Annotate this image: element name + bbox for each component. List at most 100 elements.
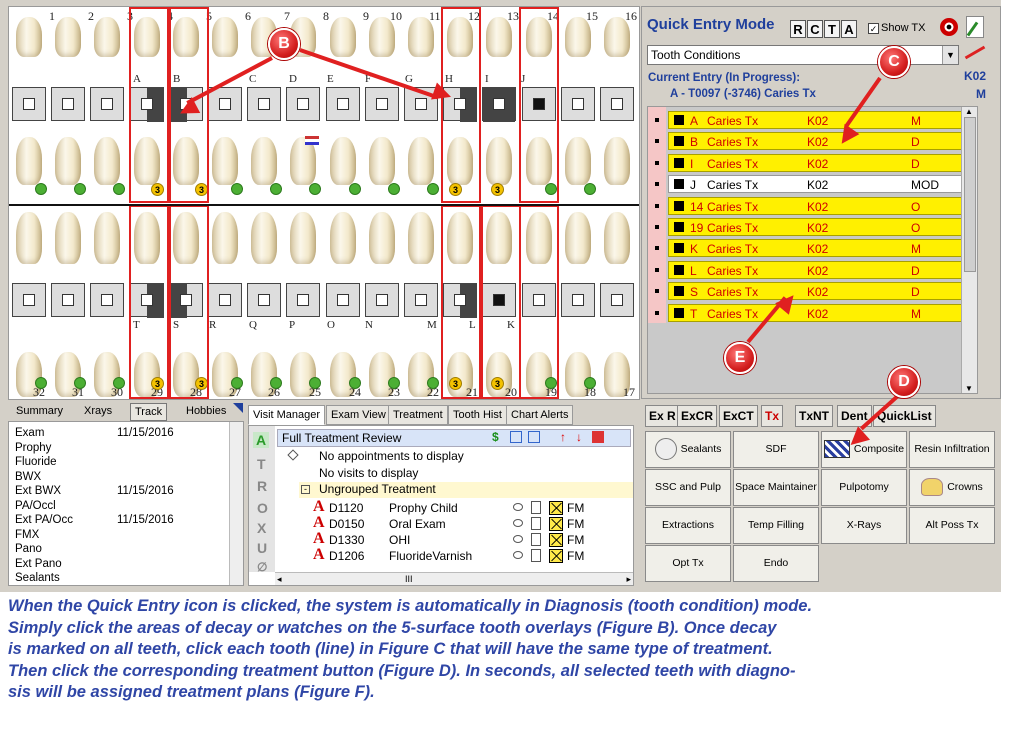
treatment-button[interactable]: Pulpotomy bbox=[821, 469, 907, 506]
lower-tooth-occlusal[interactable] bbox=[16, 212, 42, 264]
condition-dropdown[interactable]: Tooth Conditions ▼ bbox=[647, 45, 959, 65]
surface-center[interactable] bbox=[62, 98, 74, 110]
treatment-button[interactable]: Temp Filling bbox=[733, 507, 819, 544]
side-letter-o[interactable]: O bbox=[257, 500, 268, 516]
mode-button-t[interactable]: T bbox=[824, 20, 840, 38]
full-treatment-review-header[interactable]: Full Treatment Review $ ↑ ↓ bbox=[277, 429, 631, 447]
treatment-entry-row[interactable]: 14 Caries Tx K02 O bbox=[668, 196, 976, 215]
mode-button-c[interactable]: C bbox=[807, 20, 823, 38]
tooth-surface-overlay[interactable] bbox=[208, 283, 242, 317]
upper-tooth-crown[interactable] bbox=[486, 17, 512, 57]
ungrouped-treatment-row[interactable]: - Ungrouped Treatment bbox=[299, 482, 633, 498]
surface-center[interactable] bbox=[23, 98, 35, 110]
surface-center[interactable] bbox=[572, 98, 584, 110]
tooth-surface-overlay[interactable] bbox=[247, 283, 281, 317]
tooth-surface-overlay[interactable] bbox=[90, 283, 124, 317]
vertical-scrollbar[interactable]: ▲ ▼ bbox=[961, 107, 977, 393]
scroll-thumb-vertical[interactable] bbox=[964, 117, 976, 272]
surface-center[interactable] bbox=[611, 98, 623, 110]
tooth-surface-overlay[interactable] bbox=[51, 87, 85, 121]
treatment-entry-row[interactable]: 19 Caries Tx K02 O bbox=[668, 218, 976, 236]
surface-center[interactable] bbox=[297, 294, 309, 306]
show-tx-checkbox[interactable]: ✓ Show TX bbox=[868, 22, 925, 34]
treatment-button[interactable]: Resin Infiltration bbox=[909, 431, 995, 468]
surface-center[interactable] bbox=[258, 98, 270, 110]
lower-tooth-occlusal[interactable] bbox=[369, 212, 395, 264]
tooth-surface-overlay[interactable] bbox=[561, 87, 595, 121]
tooth-surface-overlay[interactable] bbox=[600, 283, 634, 317]
upper-tooth-crown[interactable] bbox=[16, 17, 42, 57]
arrow-up-icon[interactable]: ↑ bbox=[560, 430, 566, 444]
tooth-surface-overlay[interactable] bbox=[404, 283, 438, 317]
surface-center[interactable] bbox=[415, 98, 427, 110]
tab-visit-manager[interactable]: Visit Manager bbox=[248, 405, 326, 425]
tooth-surface-overlay[interactable] bbox=[286, 87, 320, 121]
surface-center[interactable] bbox=[337, 98, 349, 110]
lower-tooth-occlusal[interactable] bbox=[251, 212, 277, 264]
treatment-button[interactable]: Sealants bbox=[645, 431, 731, 468]
upper-tooth-crown[interactable] bbox=[55, 17, 81, 57]
tooth-chart[interactable]: 1 32 2 31 3 30 4 29 5 28 6 27 7 26 8 25 9 24 10 23 11 22 12 21 1… bbox=[8, 6, 640, 400]
upper-tooth-crown[interactable] bbox=[212, 17, 238, 57]
treatment-button[interactable]: Crowns bbox=[909, 469, 995, 506]
scroll-down-icon[interactable]: ▼ bbox=[965, 384, 973, 393]
scroll-left-icon[interactable]: ◂ bbox=[277, 574, 282, 585]
notes-pencil-icon[interactable] bbox=[966, 16, 984, 38]
treatment-entry-row[interactable]: S Caries Tx K02 D bbox=[668, 282, 976, 301]
tab-treatment[interactable]: Treatment bbox=[388, 405, 448, 425]
treatment-button[interactable]: SDF bbox=[733, 431, 819, 468]
tooth-surface-overlay[interactable] bbox=[51, 283, 85, 317]
tooth-surface-overlay[interactable] bbox=[90, 87, 124, 121]
upper-tooth-occlusal[interactable] bbox=[55, 137, 81, 185]
chat-icon[interactable] bbox=[513, 519, 523, 527]
surface-center[interactable] bbox=[219, 294, 231, 306]
side-letter-x[interactable]: X bbox=[257, 520, 266, 536]
surface-center[interactable] bbox=[415, 294, 427, 306]
tooth-surface-overlay[interactable] bbox=[365, 87, 399, 121]
summary-scrollbar[interactable] bbox=[229, 422, 243, 585]
chevron-down-icon[interactable]: ▼ bbox=[942, 46, 958, 64]
tab-xrays[interactable]: Xrays bbox=[80, 403, 116, 421]
print-icon[interactable] bbox=[510, 431, 522, 443]
scroll-thumb[interactable]: III bbox=[405, 574, 413, 584]
tab-chart-alerts[interactable]: Chart Alerts bbox=[506, 405, 574, 425]
treatment-entry-row[interactable]: J Caries Tx K02 MOD bbox=[668, 175, 976, 194]
tab-summary[interactable]: Summary bbox=[12, 403, 67, 421]
upper-tooth-crown[interactable] bbox=[408, 17, 434, 57]
tab-tooth-hist[interactable]: Tooth Hist bbox=[448, 405, 507, 425]
upper-tooth-occlusal[interactable] bbox=[369, 137, 395, 185]
upper-tooth-occlusal[interactable] bbox=[16, 137, 42, 185]
button-tab[interactable]: ExCR bbox=[677, 405, 718, 427]
tooth-surface-overlay[interactable] bbox=[482, 87, 516, 122]
surface-center[interactable] bbox=[297, 98, 309, 110]
treatment-item-row[interactable]: A D1120 Prophy Child FM bbox=[305, 498, 631, 516]
upper-tooth-crown[interactable] bbox=[330, 17, 356, 57]
button-tab[interactable]: TxNT bbox=[795, 405, 833, 427]
treatment-entry-row[interactable]: L Caries Tx K02 D bbox=[668, 260, 976, 279]
surface-center[interactable] bbox=[493, 98, 505, 110]
document-icon[interactable] bbox=[531, 501, 541, 514]
tooth-surface-overlay[interactable] bbox=[247, 87, 281, 121]
dollar-icon[interactable]: $ bbox=[492, 430, 499, 444]
treatment-button[interactable]: X-Rays bbox=[821, 507, 907, 544]
upper-tooth-crown[interactable] bbox=[369, 17, 395, 57]
side-letter-u[interactable]: U bbox=[257, 540, 267, 556]
lower-tooth-occlusal[interactable] bbox=[565, 212, 591, 264]
lower-tooth-occlusal[interactable] bbox=[290, 212, 316, 264]
document-icon[interactable] bbox=[531, 517, 541, 530]
upper-tooth-occlusal[interactable] bbox=[251, 137, 277, 185]
side-letter-t[interactable]: T bbox=[257, 456, 266, 472]
tooth-surface-overlay[interactable] bbox=[365, 283, 399, 317]
lower-tooth-occlusal[interactable] bbox=[55, 212, 81, 264]
target-icon[interactable] bbox=[940, 18, 958, 36]
upper-tooth-occlusal[interactable] bbox=[565, 137, 591, 185]
treatment-item-row[interactable]: A D0150 Oral Exam FM bbox=[305, 514, 631, 532]
treatment-button[interactable]: Endo bbox=[733, 545, 819, 582]
tab-exam-view[interactable]: Exam View bbox=[326, 405, 391, 425]
tooth-surface-overlay[interactable] bbox=[12, 87, 46, 121]
tooth-surface-overlay[interactable] bbox=[561, 283, 595, 317]
treatment-button[interactable]: Opt Tx bbox=[645, 545, 731, 582]
upper-tooth-crown[interactable] bbox=[604, 17, 630, 57]
scroll-up-icon[interactable]: ▲ bbox=[965, 107, 973, 116]
document-icon[interactable] bbox=[531, 549, 541, 562]
